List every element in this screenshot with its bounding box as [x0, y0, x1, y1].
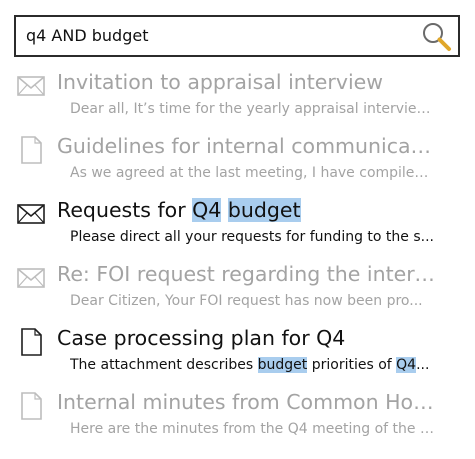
result-item[interactable]: Re: FOI request regarding the internat..… [0, 256, 475, 320]
search-icon[interactable] [420, 21, 452, 53]
result-item[interactable]: Guidelines for internal communication As… [0, 128, 475, 192]
result-snippet: The attachment describes budget prioriti… [70, 354, 436, 376]
snippet-text: The attachment describes [70, 357, 258, 373]
result-title: Invitation to appraisal interview [57, 70, 384, 94]
match-highlight: budget [257, 357, 308, 373]
result-snippet: Here are the minutes from the Q4 meeting… [70, 421, 436, 437]
envelope-icon [17, 268, 45, 288]
title-text: Requests for [57, 198, 193, 222]
search-box[interactable]: q4 AND budget [14, 15, 460, 57]
result-title: Requests for Q4 budget [57, 194, 437, 226]
result-title: Re: FOI request regarding the internat..… [57, 262, 437, 286]
search-input[interactable]: q4 AND budget [26, 17, 148, 55]
result-title: Case processing plan for Q4 [57, 326, 346, 350]
snippet-text: ... [416, 357, 430, 373]
result-item[interactable]: Case processing plan for Q4 The attachme… [0, 320, 475, 384]
envelope-icon [17, 76, 45, 96]
result-item[interactable]: Invitation to appraisal interview Dear a… [0, 64, 475, 128]
result-item[interactable]: Requests for Q4 budget Please direct all… [0, 192, 475, 256]
result-snippet: Dear Citizen, Your FOI request has now b… [70, 293, 423, 309]
result-title: Guidelines for internal communication [57, 134, 437, 158]
document-icon [21, 136, 42, 164]
document-icon [21, 328, 42, 356]
match-highlight: Q4 [396, 357, 417, 373]
result-snippet: As we agreed at the last meeting, I have… [70, 165, 436, 181]
result-snippet: Dear all, It’s time for the yearly appra… [70, 101, 436, 117]
result-snippet: Please direct all your requests for fund… [70, 229, 434, 245]
result-title: Internal minutes from Common House... [57, 390, 437, 414]
envelope-icon [17, 204, 45, 224]
document-icon [21, 392, 42, 420]
title-text [221, 198, 228, 222]
match-highlight: budget [227, 198, 301, 222]
snippet-text: priorities of [307, 357, 397, 373]
match-highlight: Q4 [192, 198, 222, 222]
result-item[interactable]: Internal minutes from Common House... He… [0, 384, 475, 448]
